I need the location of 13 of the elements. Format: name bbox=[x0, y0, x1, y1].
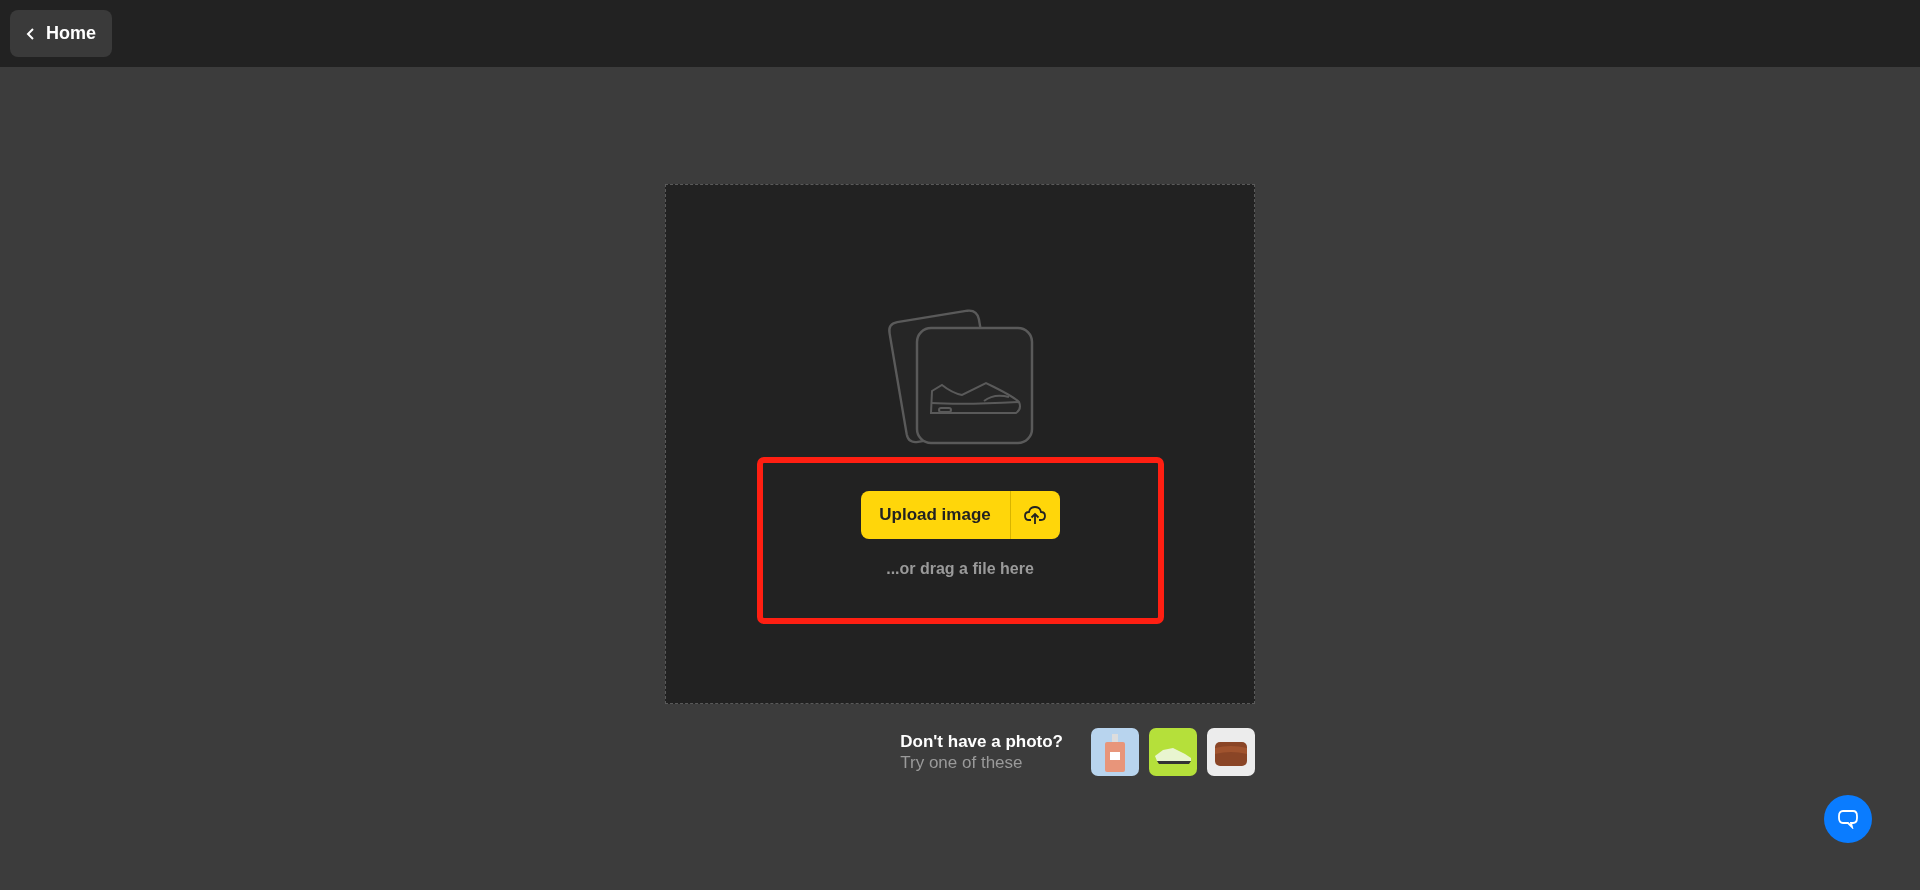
home-button[interactable]: Home bbox=[10, 10, 112, 57]
samples-subtitle: Try one of these bbox=[900, 752, 1024, 773]
upload-image-button[interactable]: Upload image bbox=[860, 491, 1060, 539]
perfume-photo[interactable] bbox=[1091, 728, 1139, 776]
chevron-left-icon bbox=[26, 26, 36, 41]
samples-title: Don't have a photo? bbox=[900, 731, 1063, 752]
handbag-photo[interactable] bbox=[1207, 728, 1255, 776]
speech-bubble-icon bbox=[1837, 809, 1859, 829]
chat-button[interactable] bbox=[1824, 795, 1872, 843]
drag-hint: ...or drag a file here bbox=[886, 560, 1034, 578]
cloud-upload-icon bbox=[1024, 505, 1046, 525]
drop-zone[interactable]: Upload image ...or drag a file here bbox=[665, 184, 1255, 704]
sneaker-photo[interactable] bbox=[1149, 728, 1197, 776]
